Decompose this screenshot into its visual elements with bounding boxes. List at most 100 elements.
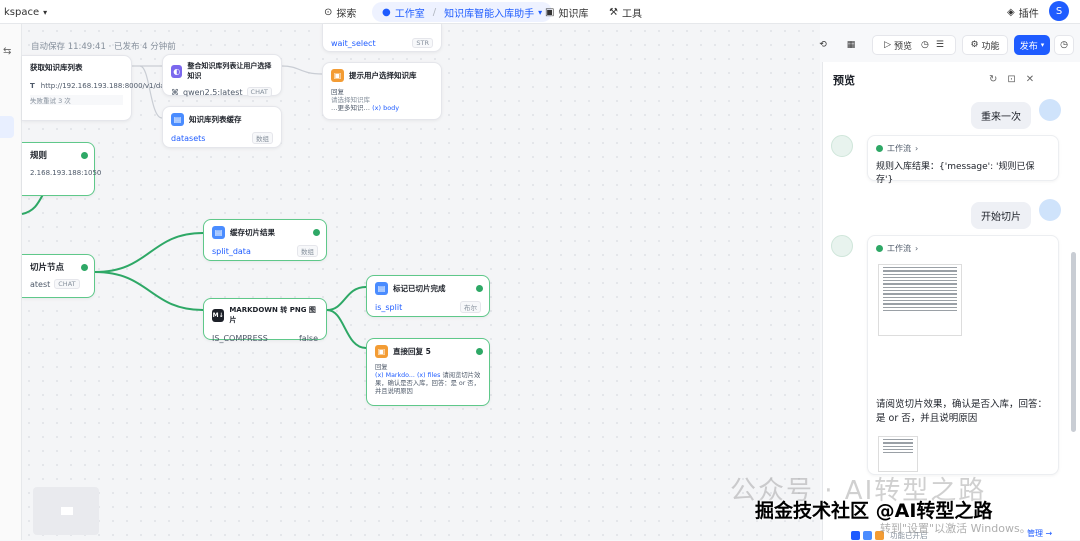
list-icon[interactable]: ☰ — [936, 40, 944, 50]
variable-name: is_split — [375, 302, 403, 312]
success-icon — [476, 348, 483, 355]
refresh-icon[interactable]: ↻ — [989, 74, 997, 85]
model-icon: ⌘ — [171, 87, 179, 97]
markdown-icon: M↓ — [212, 308, 225, 322]
variable-icon: ▤ — [171, 113, 184, 126]
success-icon — [81, 264, 88, 271]
publish-label: 发布 — [1019, 41, 1038, 52]
checklist-icon[interactable]: ▦ — [840, 35, 862, 55]
features-button[interactable]: ⚙ 功能 — [962, 35, 1008, 55]
panel-title: 预览 — [833, 74, 855, 87]
success-icon — [876, 145, 883, 152]
variable-icon[interactable]: ⊡ — [1007, 74, 1015, 85]
workflow-status[interactable]: 工作流 › — [876, 143, 1050, 154]
plugin-button[interactable]: ◈ 插件 — [1007, 0, 1039, 24]
node-split[interactable]: 切片节点 atest CHAT — [22, 254, 95, 298]
node-rules[interactable]: 规则 2.168.193.188:1050 — [22, 142, 102, 196]
node-title: 获取知识库列表 — [30, 63, 83, 72]
preview-label[interactable]: 预览 — [894, 39, 912, 52]
node-list-store[interactable]: ▤ 知识库列表缓存 datasets 数组 — [162, 106, 282, 148]
node-title: MARKDOWN 转 PNG 图片 — [229, 306, 316, 324]
history-button[interactable]: ◷ — [1054, 35, 1074, 55]
http-url: 2.168.193.188:1050 — [30, 169, 102, 177]
param-value: false — [298, 334, 318, 343]
avatar[interactable]: S — [1049, 1, 1069, 21]
model-name: qwen2.5:latest — [183, 87, 243, 97]
reply-label: 回复 — [331, 88, 344, 96]
reply-text: 请选择知识库 — [331, 96, 370, 104]
message-text: 开始切片 — [981, 212, 1021, 223]
node-cache-split[interactable]: ▤ 缓存切片结果 split_data 数组 — [203, 219, 327, 261]
plugin-label: 插件 — [1018, 8, 1039, 20]
bot-message: 工作流 › 请阅览切片效果，确认是否入库，回答：是 or 否，并且说明原因 — [867, 235, 1059, 475]
node-prompt-user[interactable]: ▣ 提示用户选择知识库 回复 请选择知识库 …更多知识… (x) body — [322, 62, 442, 120]
model-tag: CHAT — [54, 279, 80, 289]
llm-icon: ◐ — [171, 64, 183, 78]
reply-more: …更多知识… — [331, 104, 370, 112]
publish-button[interactable]: 发布 ▾ — [1014, 35, 1050, 55]
variable-name: datasets — [171, 133, 206, 143]
node-get-list[interactable]: 获取知识库列表 T http://192.168.193.188:8000/v1… — [22, 55, 186, 121]
node-title: 缓存切片结果 — [230, 228, 275, 237]
history-icon[interactable]: ◷ — [921, 40, 929, 50]
message-text: 规则入库结果：{'message': '规则已保存'} — [876, 162, 1035, 185]
node-mark-done[interactable]: ▤ 标记已切片完成 is_split 布尔 — [366, 275, 490, 317]
variable-name: split_data — [212, 246, 251, 256]
credit-overlay: 掘金技术社区 @AI转型之路 — [755, 500, 993, 522]
node-wait-select[interactable]: wait_select STR — [322, 24, 442, 52]
feature-icon — [863, 531, 872, 540]
success-icon — [876, 245, 883, 252]
variable-icon: ▤ — [212, 226, 225, 239]
type-tag: 布尔 — [460, 301, 481, 313]
model-name: atest — [30, 279, 51, 289]
bot-message: 工作流 › 规则入库结果：{'message': '规则已保存'} — [867, 135, 1059, 185]
node-reply5[interactable]: ▣ 直接回复 5 回复 (x) Markdo... (x) files 请阅览切片… — [366, 338, 490, 406]
param-name: IS_COMPRESS — [212, 334, 268, 343]
chevron-right-icon: › — [915, 244, 919, 253]
play-icon[interactable]: ▷ — [884, 40, 891, 50]
reply-var: (x) body — [372, 104, 400, 112]
bot-avatar — [831, 235, 853, 257]
user-avatar — [1039, 99, 1061, 121]
user-message: 开始切片 — [971, 202, 1031, 229]
features-label: 功能 — [981, 41, 1000, 52]
message-text: 请阅览切片效果，确认是否入库，回答：是 or 否，并且说明原因 — [876, 399, 1048, 424]
slice-preview-thumb[interactable] — [878, 436, 918, 472]
node-md2png[interactable]: M↓ MARKDOWN 转 PNG 图片 IS_COMPRESS false — [203, 298, 327, 343]
chevron-down-icon: ▾ — [1040, 41, 1045, 49]
preview-toolbar-group: ▷ 预览 ◷ ☰ — [872, 35, 956, 55]
preview-panel: 预览 ↻ ⊡ ✕ 重来一次 工作流 › 规则入库结果：{'message': '规… — [822, 62, 1080, 540]
node-title: 知识库列表缓存 — [189, 115, 242, 124]
scrollbar[interactable] — [1071, 252, 1076, 432]
retry-info: 失败重试 3 次 — [30, 95, 123, 105]
clock-icon: ◷ — [1060, 40, 1068, 50]
close-icon[interactable]: ✕ — [1026, 74, 1034, 85]
node-title: 切片节点 — [30, 263, 65, 273]
type-tag: 数组 — [252, 132, 273, 144]
user-avatar — [1039, 199, 1061, 221]
variable-icon: ▤ — [375, 282, 388, 295]
type-tag: 数组 — [297, 245, 318, 257]
workflow-status[interactable]: 工作流 › — [876, 243, 1050, 254]
workflow-label: 工作流 — [887, 144, 911, 153]
restore-icon[interactable]: ⟲ — [812, 35, 834, 55]
success-icon — [476, 285, 483, 292]
chevron-right-icon: › — [915, 144, 919, 153]
success-icon — [313, 229, 320, 236]
type-tag: STR — [412, 38, 433, 48]
minimap-viewport — [61, 507, 73, 515]
message-text: 重来一次 — [981, 112, 1021, 123]
feature-icon — [851, 531, 860, 540]
node-title: 直接回复 5 — [393, 347, 431, 356]
cube-icon: ◈ — [1007, 6, 1015, 18]
node-title: 提示用户选择知识库 — [349, 71, 417, 80]
minimap[interactable] — [33, 487, 99, 535]
reply-var: (x) files — [416, 372, 441, 379]
variable-name: wait_select — [331, 38, 376, 48]
workflow-label: 工作流 — [887, 244, 911, 253]
reply-label: 回复 — [375, 364, 388, 371]
node-organize[interactable]: ◐ 整合知识库列表让用户选择知识 ⌘ qwen2.5:latest CHAT — [162, 54, 282, 97]
reply-icon: ▣ — [375, 345, 388, 358]
avatar-initial: S — [1055, 5, 1063, 17]
slice-preview-image[interactable] — [878, 264, 962, 336]
